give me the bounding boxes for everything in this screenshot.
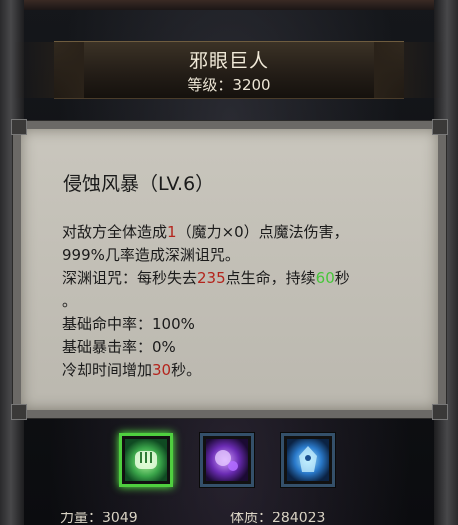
skill-slot-2[interactable] <box>200 433 254 487</box>
desc-line-2: 999%几率造成深渊诅咒。 <box>62 246 240 264</box>
desc-text: 冷却时间增加 <box>62 361 153 379</box>
skill-detail-panel: 侵蚀风暴（LV.6） 对敌方全体造成1（魔力×0）点魔法伤害， 999%几率造成… <box>11 119 448 420</box>
monster-name: 邪眼巨人 <box>188 50 269 72</box>
strength-stat: 力量：3049 <box>60 512 138 525</box>
skill-title: 侵蚀风暴（LV.6） <box>63 173 215 195</box>
constitution-stat: 体质：284023 <box>230 512 326 525</box>
crit-rate: 基础暴击率：0% <box>62 338 176 356</box>
damage-value: 1 <box>167 223 177 241</box>
hit-rate: 基础命中率：100% <box>62 315 195 333</box>
bottom-stats: 力量：3049 体质：284023 <box>60 512 390 525</box>
desc-line-3: 深渊诅咒：每秒失去235点生命，持续60秒 <box>62 267 452 290</box>
skill-description: 对敌方全体造成1（魔力×0）点魔法伤害， 999%几率造成深渊诅咒。 深渊诅咒：… <box>62 221 452 382</box>
desc-line-4: 。 <box>62 292 78 310</box>
desc-text: 秒 <box>334 269 350 287</box>
corner-ornament <box>432 119 448 135</box>
fist-icon <box>135 451 157 469</box>
corner-ornament <box>432 404 448 420</box>
desc-line-cooldown: 冷却时间增加30秒。 <box>62 359 452 382</box>
monster-level: 等级：3200 <box>187 76 271 94</box>
skill-slot-3[interactable] <box>281 433 335 487</box>
desc-text: 秒。 <box>171 361 202 379</box>
skill-slot-1[interactable] <box>119 433 173 487</box>
top-ornament <box>0 0 458 10</box>
hp-loss-value: 235 <box>197 269 226 287</box>
corner-ornament <box>11 119 27 135</box>
desc-text: 深渊诅咒：每秒失去 <box>62 269 198 287</box>
blue-spirit-icon <box>299 446 317 472</box>
desc-text: 点生命，持续 <box>225 269 316 287</box>
desc-line-1: 对敌方全体造成1（魔力×0）点魔法伤害， <box>62 221 452 244</box>
purple-orb-icon <box>215 450 238 471</box>
desc-text: （魔力×0）点魔法伤害， <box>176 223 349 241</box>
cooldown-value: 30 <box>152 361 172 379</box>
corner-ornament <box>11 404 27 420</box>
duration-value: 60 <box>315 269 335 287</box>
desc-text: 对敌方全体造成 <box>62 223 168 241</box>
